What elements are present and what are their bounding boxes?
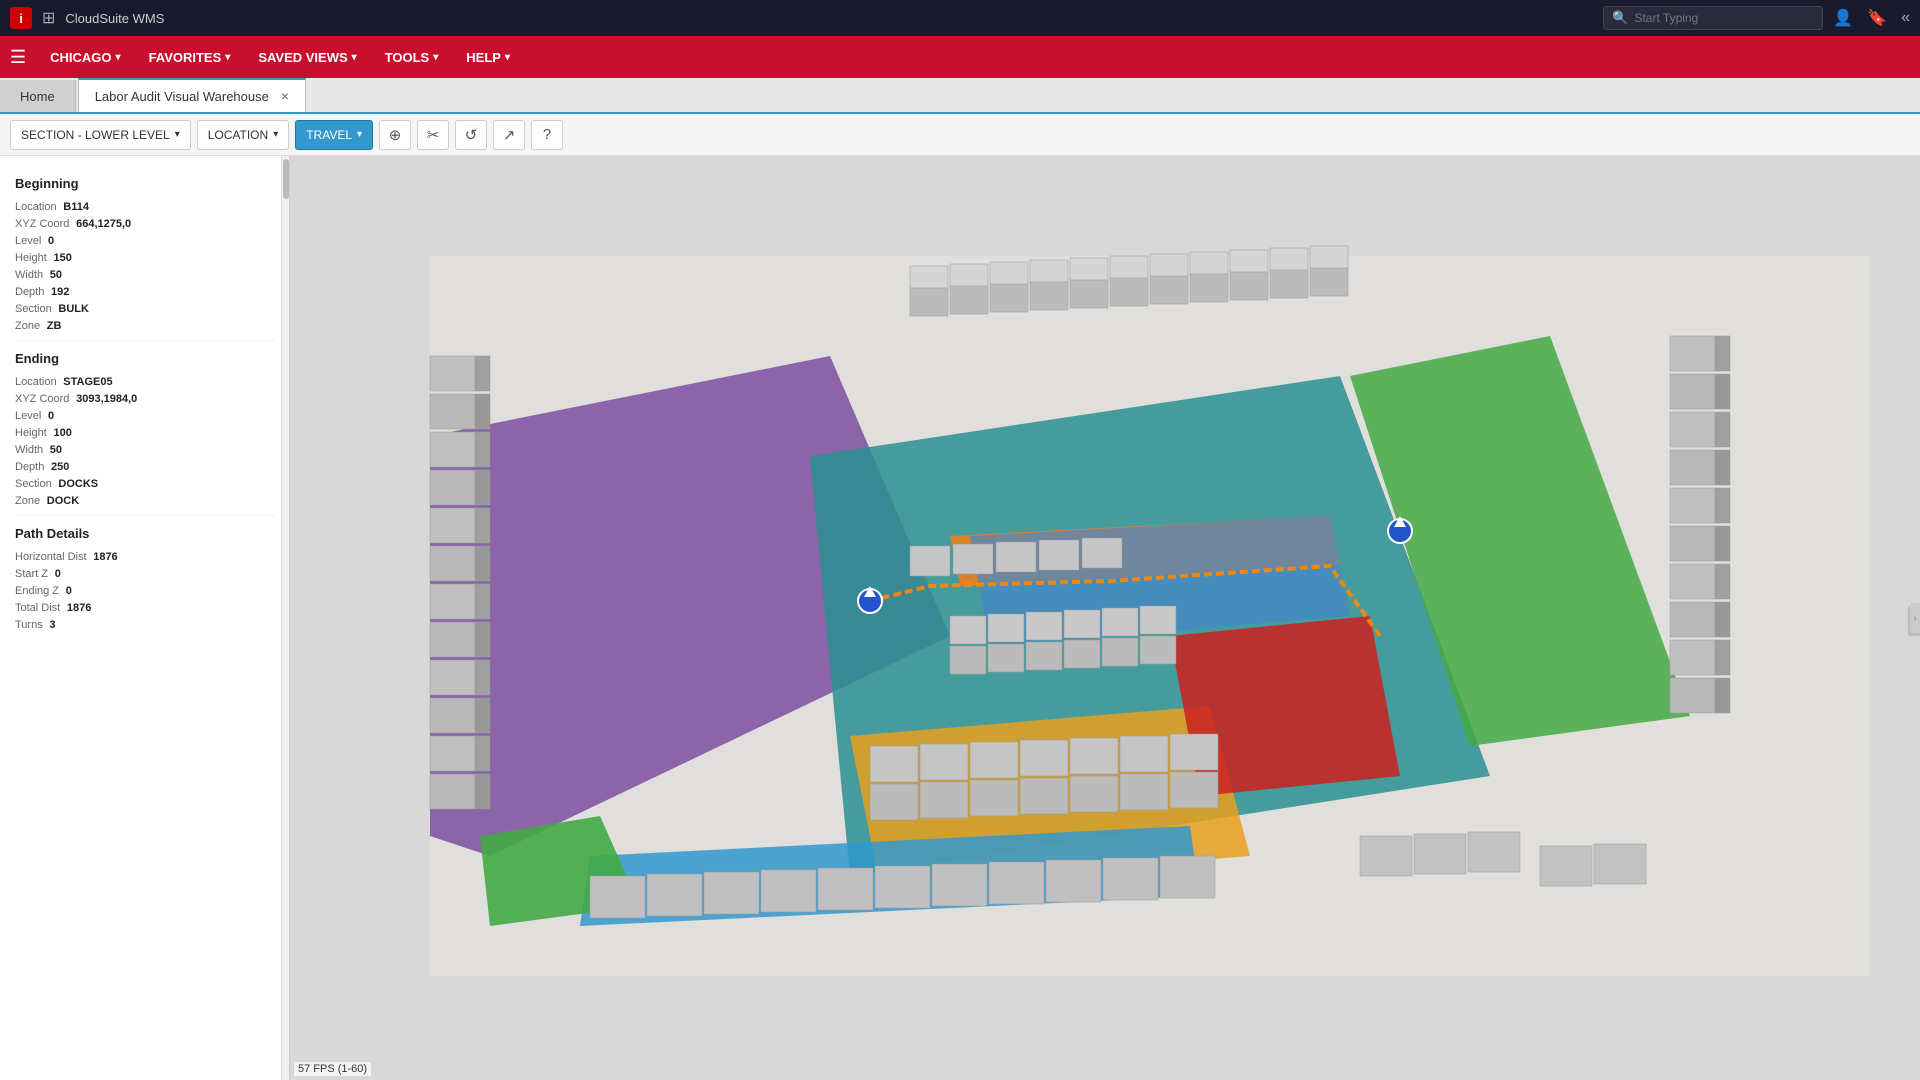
ending-title: Ending: [15, 351, 274, 366]
warehouse-canvas[interactable]: › 57 FPS (1-60) ›: [290, 156, 1920, 1080]
search-input[interactable]: [1634, 11, 1794, 25]
beginning-zone: Zone ZB: [15, 318, 274, 332]
warehouse-svg: ›: [290, 156, 1920, 1080]
tab-labor-audit[interactable]: Labor Audit Visual Warehouse ×: [78, 78, 306, 112]
section-dropdown-button[interactable]: SECTION - LOWER LEVEL ▾: [10, 120, 191, 150]
beginning-section: Section BULK: [15, 301, 274, 315]
sidebar: Beginning Location B114 XYZ Coord 664,12…: [0, 156, 290, 1080]
ending-height: Height 100: [15, 425, 274, 439]
crosshair-button[interactable]: ⊕: [379, 120, 411, 150]
nav-item-tools[interactable]: TOOLS ▾: [373, 42, 451, 73]
nav-item-saved-views[interactable]: SAVED VIEWS ▾: [246, 42, 368, 73]
top-icons: 👤 🔖 «: [1833, 8, 1910, 28]
saved-views-caret: ▾: [352, 52, 357, 63]
ending-location: Location STAGE05: [15, 374, 274, 388]
app-title: CloudSuite WMS: [65, 11, 1593, 26]
ending-level: Level 0: [15, 408, 274, 422]
refresh-button[interactable]: ↺: [455, 120, 487, 150]
right-collapse-handle[interactable]: ›: [1910, 603, 1920, 633]
main-area: Beginning Location B114 XYZ Coord 664,12…: [0, 156, 1920, 1080]
ending-section: Section DOCKS: [15, 476, 274, 490]
tabbar: Home Labor Audit Visual Warehouse ×: [0, 78, 1920, 114]
path-startz: Start Z 0: [15, 566, 274, 580]
collapse-icon[interactable]: «: [1901, 9, 1910, 27]
beginning-xyz: XYZ Coord 664,1275,0: [15, 216, 274, 230]
fps-indicator: 57 FPS (1-60): [294, 1062, 371, 1076]
grid-icon[interactable]: ⊞: [42, 8, 55, 28]
scissors-button[interactable]: ✂: [417, 120, 449, 150]
ending-depth: Depth 250: [15, 459, 274, 473]
tools-caret: ▾: [433, 52, 438, 63]
favorites-caret: ▾: [225, 52, 230, 63]
app-logo: i: [10, 7, 32, 29]
beginning-location: Location B114: [15, 199, 274, 213]
toolbar: SECTION - LOWER LEVEL ▾ LOCATION ▾ TRAVE…: [0, 114, 1920, 156]
search-icon: 🔍: [1612, 10, 1628, 26]
beginning-width: Width 50: [15, 267, 274, 281]
location-dropdown-button[interactable]: LOCATION ▾: [197, 120, 289, 150]
travel-dropdown-button[interactable]: TRAVEL ▾: [295, 120, 373, 150]
nav-item-favorites[interactable]: FAVORITES ▾: [137, 42, 243, 73]
hamburger-button[interactable]: ☰: [10, 47, 26, 68]
ending-zone: Zone DOCK: [15, 493, 274, 507]
topbar: i ⊞ CloudSuite WMS 🔍 👤 🔖 «: [0, 0, 1920, 36]
beginning-height: Height 150: [15, 250, 274, 264]
beginning-title: Beginning: [15, 176, 274, 191]
path-endz: Ending Z 0: [15, 583, 274, 597]
path-hdist: Horizontal Dist 1876: [15, 549, 274, 563]
ending-width: Width 50: [15, 442, 274, 456]
beginning-level: Level 0: [15, 233, 274, 247]
nav-item-chicago[interactable]: CHICAGO ▾: [38, 42, 132, 73]
user-icon[interactable]: 👤: [1833, 8, 1853, 28]
chicago-caret: ▾: [116, 52, 121, 63]
export-button[interactable]: ↗: [493, 120, 525, 150]
path-totaldist: Total Dist 1876: [15, 600, 274, 614]
path-title: Path Details: [15, 526, 274, 541]
navbar: ☰ CHICAGO ▾ FAVORITES ▾ SAVED VIEWS ▾ TO…: [0, 36, 1920, 78]
search-box: 🔍: [1603, 6, 1823, 30]
tab-close-button[interactable]: ×: [281, 88, 289, 104]
tab-home[interactable]: Home: [0, 80, 76, 112]
travel-caret: ▾: [357, 129, 362, 140]
section-caret: ▾: [175, 129, 180, 140]
path-turns: Turns 3: [15, 617, 274, 631]
help-button[interactable]: ?: [531, 120, 563, 150]
nav-item-help[interactable]: HELP ▾: [454, 42, 522, 73]
bookmark-icon[interactable]: 🔖: [1867, 8, 1887, 28]
location-caret: ▾: [273, 129, 278, 140]
beginning-depth: Depth 192: [15, 284, 274, 298]
help-caret: ▾: [505, 52, 510, 63]
ending-xyz: XYZ Coord 3093,1984,0: [15, 391, 274, 405]
